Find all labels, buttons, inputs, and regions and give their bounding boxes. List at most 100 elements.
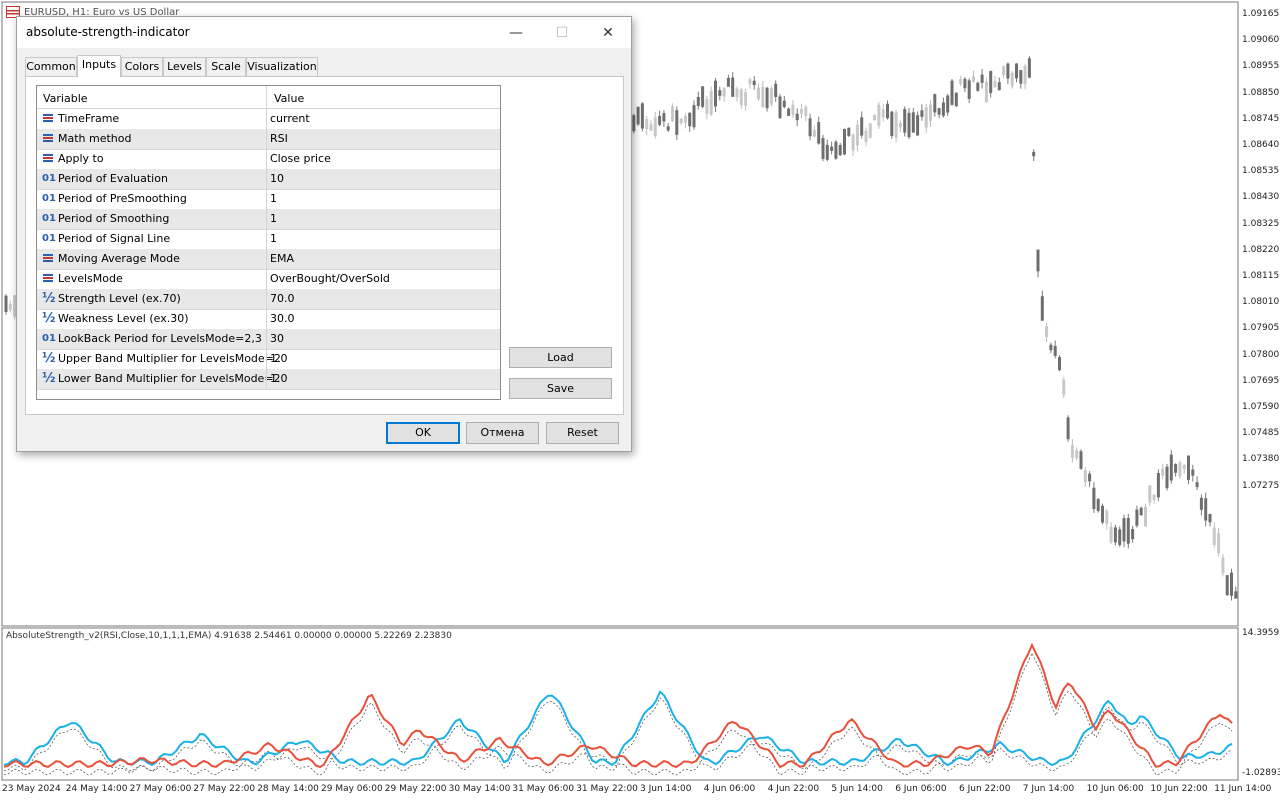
candle-body <box>1174 464 1178 473</box>
indicator-tick-label: 14.39592 <box>1242 628 1280 638</box>
candle-body <box>1049 344 1053 351</box>
candle-body <box>1199 497 1203 510</box>
param-value[interactable]: 1 <box>270 192 277 205</box>
time-tick-label: 31 May 22:00 <box>576 784 638 794</box>
candle-body <box>636 106 640 125</box>
time-tick-label: 6 Jun 22:00 <box>959 784 1011 794</box>
time-tick-label: 24 May 14:00 <box>65 784 128 794</box>
param-value[interactable]: EMA <box>270 252 294 265</box>
candle-body <box>984 81 988 103</box>
ok-button[interactable]: OK <box>386 422 460 444</box>
time-tick-label: 29 May 22:00 <box>384 784 447 794</box>
dialog-title: absolute-strength-indicator <box>26 25 190 39</box>
candle-body <box>886 103 889 119</box>
time-tick-label: 28 May 14:00 <box>257 784 319 794</box>
tab-visualization[interactable]: Visualization <box>246 57 318 77</box>
candle-body <box>989 71 993 93</box>
inputs-grid[interactable]: Variable Value TimeFrame current Math meth… <box>36 85 501 400</box>
reset-button[interactable]: Reset <box>546 422 619 444</box>
candle-body <box>774 83 778 97</box>
param-row[interactable]: Math method RSI <box>37 129 500 150</box>
tab-levels[interactable]: Levels <box>163 57 206 77</box>
candle-body <box>1079 451 1083 469</box>
candle-body <box>1036 249 1040 272</box>
tab-common[interactable]: Common <box>25 57 77 77</box>
candle-body <box>967 80 971 99</box>
candle-body <box>666 126 670 131</box>
close-button[interactable]: ✕ <box>585 17 631 48</box>
price-tick-label: 1.09165 <box>1242 9 1280 19</box>
price-tick-label: 1.08325 <box>1242 218 1280 229</box>
double-icon: ½ <box>42 311 56 326</box>
candle-body <box>714 80 717 107</box>
save-button[interactable]: Save <box>509 378 612 399</box>
candle-body <box>1131 529 1135 540</box>
param-row[interactable]: LevelsMode OverBought/OverSold <box>37 269 500 290</box>
candle-body <box>937 108 941 115</box>
candle-body <box>1006 63 1010 79</box>
param-value[interactable]: 1 <box>270 212 277 225</box>
candle-body <box>963 78 967 89</box>
param-row[interactable]: 01 Period of Smoothing 1 <box>37 209 500 230</box>
candle-body <box>658 115 662 125</box>
time-tick-label: 31 May 06:00 <box>512 784 575 794</box>
param-row[interactable]: 01 Period of PreSmoothing 1 <box>37 189 500 210</box>
param-value[interactable]: 70.0 <box>270 292 295 305</box>
param-row[interactable]: Apply to Close price <box>37 149 500 170</box>
minimize-button[interactable]: — <box>493 17 539 48</box>
candle-body <box>1161 468 1165 476</box>
minimize-icon: — <box>509 24 523 41</box>
candle-body <box>662 113 666 122</box>
candle-body <box>1191 469 1195 476</box>
param-value[interactable]: RSI <box>270 132 288 145</box>
param-row[interactable]: ½ Strength Level (ex.70) 70.0 <box>37 289 500 310</box>
candle-body <box>877 104 881 126</box>
bull-strength-line <box>3 690 1233 767</box>
param-row[interactable]: ½ Upper Band Multiplier for LevelsMode=2 1… <box>37 349 500 370</box>
load-button[interactable]: Load <box>509 347 612 368</box>
candle-body <box>825 144 829 160</box>
candle-body <box>847 127 851 136</box>
param-row[interactable]: 01 LookBack Period for LevelsMode=2,3 30 <box>37 329 500 350</box>
param-row[interactable]: Moving Average Mode EMA <box>37 249 500 270</box>
candle-body <box>1101 505 1104 523</box>
param-row[interactable]: 01 Period of Evaluation 10 <box>37 169 500 190</box>
param-row[interactable]: ½ Lower Band Multiplier for LevelsMode=2 1… <box>37 369 500 390</box>
signal-line-bull <box>3 697 1233 772</box>
candle-body <box>1217 533 1221 554</box>
param-value[interactable]: 1.0 <box>270 372 288 385</box>
tab-scale[interactable]: Scale <box>206 57 246 77</box>
candle-body <box>4 295 8 312</box>
maximize-icon: ☐ <box>555 24 569 41</box>
candle-body <box>8 304 12 310</box>
tab-colors[interactable]: Colors <box>121 57 163 77</box>
candle-body <box>890 111 894 136</box>
param-value[interactable]: 10 <box>270 172 284 185</box>
param-value[interactable]: 30 <box>270 332 284 345</box>
cancel-button[interactable]: Отмена <box>466 422 539 444</box>
param-value[interactable]: 1.0 <box>270 352 288 365</box>
tab-inputs[interactable]: Inputs <box>77 55 121 78</box>
param-name: Lower Band Multiplier for LevelsMode=2 <box>58 372 281 385</box>
candle-body <box>765 87 769 109</box>
param-value[interactable]: Close price <box>270 152 331 165</box>
dialog-titlebar[interactable]: absolute-strength-indicator — ☐ ✕ <box>17 17 631 48</box>
candle-body <box>959 79 963 84</box>
candle-body <box>868 123 872 138</box>
param-name: LookBack Period for LevelsMode=2,3 <box>58 332 262 345</box>
param-row[interactable]: 01 Period of Signal Line 1 <box>37 229 500 250</box>
candle-body <box>1182 465 1186 470</box>
candle-body <box>898 123 902 128</box>
param-row[interactable]: TimeFrame current <box>37 109 500 130</box>
param-value[interactable]: current <box>270 112 310 125</box>
param-row[interactable]: ½ Weakness Level (ex.30) 30.0 <box>37 309 500 330</box>
param-name: TimeFrame <box>58 112 120 125</box>
candle-body <box>632 115 636 132</box>
candle-body <box>1109 526 1113 543</box>
param-value[interactable]: OverBought/OverSold <box>270 272 390 285</box>
time-tick-label: 5 Jun 14:00 <box>831 784 883 794</box>
param-value[interactable]: 30.0 <box>270 312 295 325</box>
candle-body <box>812 130 816 137</box>
param-value[interactable]: 1 <box>270 232 277 245</box>
candle-body <box>675 110 679 135</box>
